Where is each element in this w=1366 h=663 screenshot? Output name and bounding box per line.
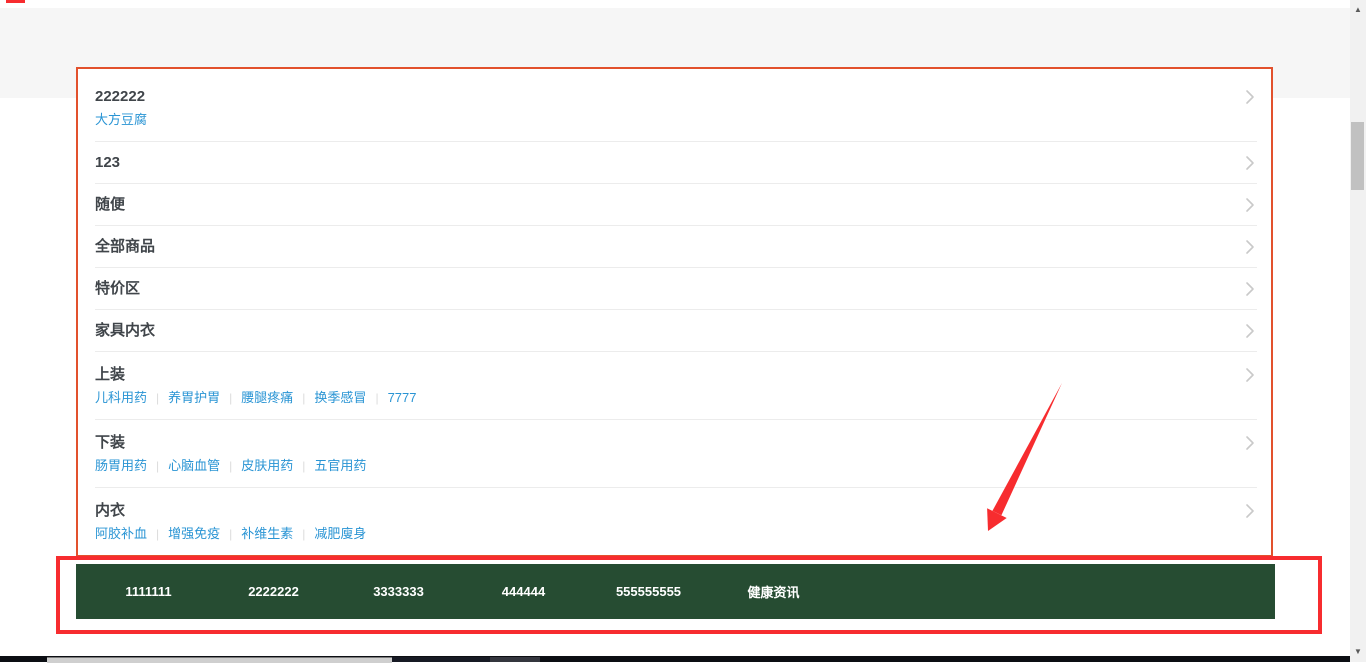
link-separator: | — [229, 527, 232, 541]
category-row[interactable]: 家具内衣 — [95, 310, 1257, 352]
vertical-scrollbar[interactable]: ▲ ▼ — [1350, 0, 1366, 662]
footer-nav-item[interactable]: 1111111 — [86, 584, 211, 599]
category-title[interactable]: 随便 — [95, 194, 125, 215]
category-sublink[interactable]: 大方豆腐 — [95, 112, 147, 127]
annotation-top-tick — [6, 0, 25, 3]
taskbar-segment — [490, 657, 540, 662]
category-row[interactable]: 下装 肠胃用药 | 心脑血管 | 皮肤用药 | 五官用药 — [95, 420, 1257, 488]
scrollbar-thumb[interactable] — [1351, 122, 1364, 190]
category-sublink[interactable]: 养胃护胃 — [168, 390, 220, 405]
category-sublink[interactable]: 儿科用药 — [95, 390, 147, 405]
footer-nav: 1111111 2222222 3333333 444444 555555555… — [76, 564, 1275, 619]
category-title[interactable]: 家具内衣 — [95, 320, 155, 341]
link-separator: | — [229, 391, 232, 405]
link-separator: | — [156, 391, 159, 405]
category-title[interactable]: 内衣 — [95, 500, 125, 521]
category-row[interactable]: 全部商品 — [95, 226, 1257, 268]
chevron-right-icon[interactable] — [1245, 89, 1255, 105]
category-title[interactable]: 全部商品 — [95, 236, 155, 257]
link-separator: | — [156, 459, 159, 473]
chevron-right-icon[interactable] — [1245, 367, 1255, 383]
link-separator: | — [302, 527, 305, 541]
category-sublink[interactable]: 7777 — [388, 390, 417, 405]
chevron-right-icon[interactable] — [1245, 197, 1255, 213]
category-row[interactable]: 上装 儿科用药 | 养胃护胃 | 腰腿疼痛 | 换季感冒 | 7777 — [95, 352, 1257, 420]
taskbar-segment — [392, 657, 490, 662]
chevron-right-icon[interactable] — [1245, 323, 1255, 339]
scroll-up-icon[interactable]: ▲ — [1350, 2, 1366, 18]
category-sublink[interactable]: 心脑血管 — [168, 458, 220, 473]
category-row[interactable]: 特价区 — [95, 268, 1257, 310]
category-panel: 222222 大方豆腐 123 随便 全部商品 — [76, 67, 1273, 557]
footer-nav-item[interactable]: 555555555 — [586, 584, 711, 599]
chevron-right-icon[interactable] — [1245, 435, 1255, 451]
chevron-right-icon[interactable] — [1245, 155, 1255, 171]
taskbar-segment — [47, 657, 392, 663]
footer-nav-item[interactable]: 444444 — [461, 584, 586, 599]
category-sublinks: 儿科用药 | 养胃护胃 | 腰腿疼痛 | 换季感冒 | 7777 — [95, 389, 1257, 407]
category-sublink[interactable]: 皮肤用药 — [241, 458, 293, 473]
category-sublink[interactable]: 肠胃用药 — [95, 458, 147, 473]
chevron-right-icon[interactable] — [1245, 281, 1255, 297]
category-title[interactable]: 特价区 — [95, 278, 140, 299]
category-sublinks: 肠胃用药 | 心脑血管 | 皮肤用药 | 五官用药 — [95, 457, 1257, 475]
category-sublink[interactable]: 五官用药 — [314, 458, 366, 473]
footer-nav-item[interactable]: 2222222 — [211, 584, 336, 599]
category-sublink[interactable]: 阿胶补血 — [95, 526, 147, 541]
category-sublink[interactable]: 减肥廋身 — [314, 526, 366, 541]
link-separator: | — [302, 391, 305, 405]
category-row[interactable]: 内衣 阿胶补血 | 增强免疫 | 补维生素 | 减肥廋身 — [95, 488, 1257, 555]
category-row[interactable]: 123 — [95, 142, 1257, 184]
category-sublink[interactable]: 增强免疫 — [168, 526, 220, 541]
link-separator: | — [375, 391, 378, 405]
link-separator: | — [302, 459, 305, 473]
category-title[interactable]: 222222 — [95, 86, 145, 107]
category-row[interactable]: 随便 — [95, 184, 1257, 226]
category-title[interactable]: 上装 — [95, 364, 125, 385]
category-title[interactable]: 下装 — [95, 432, 125, 453]
footer-nav-item[interactable]: 3333333 — [336, 584, 461, 599]
category-title[interactable]: 123 — [95, 152, 120, 173]
taskbar-edge — [0, 656, 1350, 662]
category-row[interactable]: 222222 大方豆腐 — [95, 69, 1257, 142]
chevron-right-icon[interactable] — [1245, 503, 1255, 519]
category-sublink[interactable]: 换季感冒 — [314, 390, 366, 405]
link-separator: | — [229, 459, 232, 473]
link-separator: | — [156, 527, 159, 541]
category-sublink[interactable]: 腰腿疼痛 — [241, 390, 293, 405]
footer-nav-item[interactable]: 健康资讯 — [711, 582, 836, 601]
scroll-down-icon[interactable]: ▼ — [1350, 644, 1366, 660]
category-sublinks: 大方豆腐 — [95, 111, 1257, 129]
chevron-right-icon[interactable] — [1245, 239, 1255, 255]
category-sublink[interactable]: 补维生素 — [241, 526, 293, 541]
category-sublinks: 阿胶补血 | 增强免疫 | 补维生素 | 减肥廋身 — [95, 525, 1257, 543]
